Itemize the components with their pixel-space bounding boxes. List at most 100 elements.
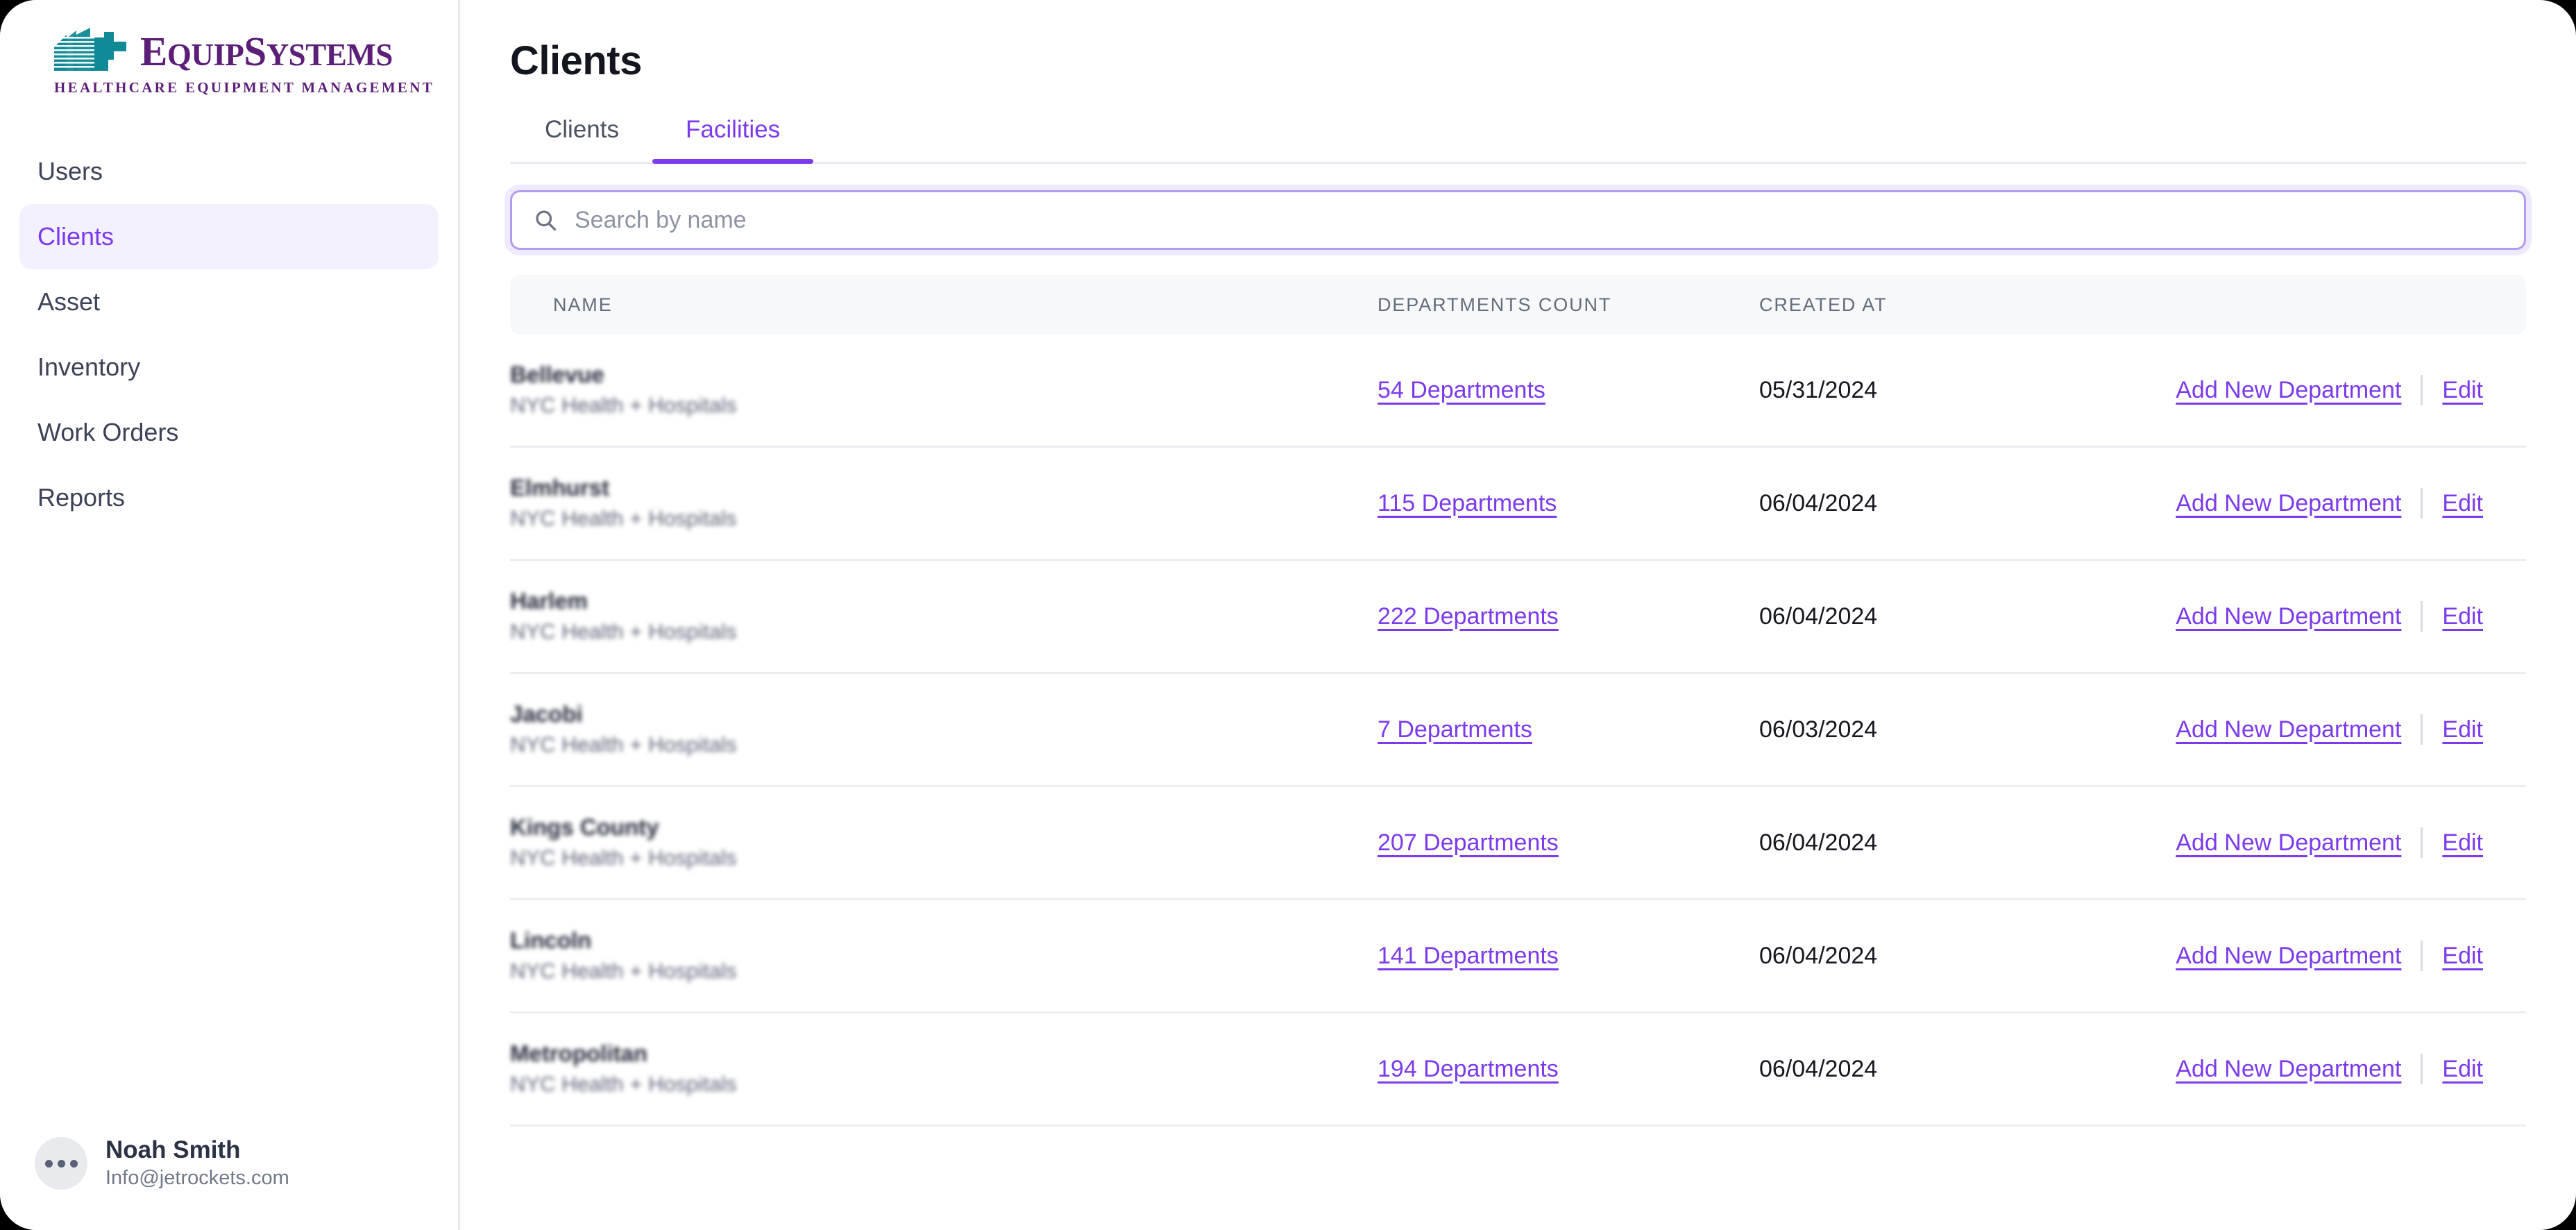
main-content: Clients Clients Facilities NAME DEPARTME… <box>460 0 2576 1230</box>
action-divider <box>2421 488 2423 519</box>
search-bar[interactable] <box>510 190 2526 250</box>
facility-org: NYC Health + Hospitals <box>510 1072 737 1097</box>
cell-name: Elmhurst NYC Health + Hospitals <box>510 446 1378 561</box>
edit-link[interactable]: Edit <box>2442 377 2483 404</box>
column-header-actions <box>2085 275 2526 335</box>
sidebar-item-label: Inventory <box>37 353 141 381</box>
edit-link[interactable]: Edit <box>2442 1056 2483 1083</box>
brand-logo[interactable]: EQUIPSYSTEMS HEALTHCARE EQUIPMENT MANAGE… <box>0 0 458 115</box>
table-header-row: NAME DEPARTMENTS COUNT CREATED AT <box>510 275 2526 335</box>
page-title: Clients <box>510 38 642 83</box>
cell-name: Harlem NYC Health + Hospitals <box>510 559 1378 674</box>
edit-link[interactable]: Edit <box>2442 943 2483 970</box>
sidebar-item-users[interactable]: Users <box>19 139 439 204</box>
add-new-department-link[interactable]: Add New Department <box>2176 716 2401 743</box>
cell-name: Jacobi NYC Health + Hospitals <box>510 673 1378 787</box>
cell-actions: Add New Department Edit <box>2085 786 2526 900</box>
sidebar-item-clients[interactable]: Clients <box>19 204 439 269</box>
cell-created-at: 06/04/2024 <box>1759 786 2085 900</box>
table-row[interactable]: Lincoln NYC Health + Hospitals 141 Depar… <box>510 899 2526 1013</box>
add-new-department-link[interactable]: Add New Department <box>2176 603 2401 630</box>
column-header-name: NAME <box>510 275 1378 335</box>
cell-created-at: 06/03/2024 <box>1759 673 2085 787</box>
stacked-building-logo-icon <box>53 28 126 71</box>
facilities-table: NAME DEPARTMENTS COUNT CREATED AT Bellev… <box>510 275 2526 1127</box>
table-row[interactable]: Elmhurst NYC Health + Hospitals 115 Depa… <box>510 446 2526 561</box>
edit-link[interactable]: Edit <box>2442 603 2483 630</box>
table-row[interactable]: Bellevue NYC Health + Hospitals 54 Depar… <box>510 335 2526 448</box>
tab-clients[interactable]: Clients <box>510 116 652 162</box>
app-window: EQUIPSYSTEMS HEALTHCARE EQUIPMENT MANAGE… <box>0 0 2576 1230</box>
action-divider <box>2421 714 2423 745</box>
cell-created-at: 06/04/2024 <box>1759 899 2085 1013</box>
sidebar: EQUIPSYSTEMS HEALTHCARE EQUIPMENT MANAGE… <box>0 0 460 1230</box>
cell-name: Kings County NYC Health + Hospitals <box>510 786 1378 900</box>
sidebar-item-inventory[interactable]: Inventory <box>19 335 439 400</box>
departments-link[interactable]: 194 Departments <box>1378 1056 1559 1083</box>
edit-link[interactable]: Edit <box>2442 716 2483 743</box>
cell-actions: Add New Department Edit <box>2085 673 2526 787</box>
edit-link[interactable]: Edit <box>2442 829 2483 857</box>
ellipsis-avatar-icon <box>35 1137 87 1190</box>
facility-name: Kings County <box>510 814 659 841</box>
edit-link[interactable]: Edit <box>2442 490 2483 517</box>
column-header-departments-count: DEPARTMENTS COUNT <box>1378 275 1759 335</box>
action-divider <box>2421 941 2423 971</box>
cell-name: Metropolitan NYC Health + Hospitals <box>510 1012 1378 1127</box>
search-input[interactable] <box>573 205 2503 235</box>
cell-created-at: 06/04/2024 <box>1759 559 2085 674</box>
cell-created-at: 05/31/2024 <box>1759 335 2085 448</box>
table-row[interactable]: Metropolitan NYC Health + Hospitals 194 … <box>510 1012 2526 1127</box>
sidebar-item-label: Reports <box>37 483 126 512</box>
add-new-department-link[interactable]: Add New Department <box>2176 943 2401 970</box>
profile-name: Noah Smith <box>105 1136 241 1164</box>
sidebar-nav: Users Clients Asset Inventory Work Order… <box>0 139 458 530</box>
add-new-department-link[interactable]: Add New Department <box>2176 829 2401 857</box>
sidebar-item-label: Work Orders <box>37 418 179 446</box>
table-header: NAME DEPARTMENTS COUNT CREATED AT <box>510 275 2526 335</box>
facility-name: Lincoln <box>510 927 592 954</box>
add-new-department-link[interactable]: Add New Department <box>2176 377 2401 404</box>
cell-departments: 207 Departments <box>1378 786 1759 900</box>
cell-created-at: 06/04/2024 <box>1759 1012 2085 1127</box>
sidebar-item-work-orders[interactable]: Work Orders <box>19 400 439 465</box>
add-new-department-link[interactable]: Add New Department <box>2176 1056 2401 1083</box>
cell-departments: 222 Departments <box>1378 559 1759 674</box>
search-icon <box>533 208 558 233</box>
table-row[interactable]: Jacobi NYC Health + Hospitals 7 Departme… <box>510 673 2526 787</box>
cell-name: Bellevue NYC Health + Hospitals <box>510 335 1378 448</box>
departments-link[interactable]: 115 Departments <box>1378 490 1557 517</box>
departments-link[interactable]: 54 Departments <box>1378 377 1545 404</box>
facility-name: Metropolitan <box>510 1041 647 1067</box>
table-row[interactable]: Harlem NYC Health + Hospitals 222 Depart… <box>510 559 2526 674</box>
sidebar-item-label: Users <box>37 157 103 185</box>
facility-org: NYC Health + Hospitals <box>510 845 737 870</box>
action-divider <box>2421 1054 2423 1084</box>
facility-name: Harlem <box>510 588 588 614</box>
departments-link[interactable]: 141 Departments <box>1378 943 1559 970</box>
add-new-department-link[interactable]: Add New Department <box>2176 490 2401 517</box>
cell-actions: Add New Department Edit <box>2085 335 2526 448</box>
departments-link[interactable]: 207 Departments <box>1378 829 1559 857</box>
cell-actions: Add New Department Edit <box>2085 559 2526 674</box>
facility-org: NYC Health + Hospitals <box>510 732 737 757</box>
departments-link[interactable]: 7 Departments <box>1378 716 1532 743</box>
facility-org: NYC Health + Hospitals <box>510 506 737 531</box>
sidebar-item-label: Asset <box>37 287 101 316</box>
cell-departments: 141 Departments <box>1378 899 1759 1013</box>
tab-facilities[interactable]: Facilities <box>652 116 814 164</box>
departments-link[interactable]: 222 Departments <box>1378 603 1559 630</box>
sidebar-item-reports[interactable]: Reports <box>19 465 439 530</box>
cell-actions: Add New Department Edit <box>2085 1012 2526 1127</box>
cell-created-at: 06/04/2024 <box>1759 446 2085 561</box>
cell-departments: 7 Departments <box>1378 673 1759 787</box>
profile-email: Info@jetrockets.com <box>105 1166 289 1189</box>
sidebar-item-asset[interactable]: Asset <box>19 269 439 335</box>
cell-departments: 54 Departments <box>1378 335 1759 448</box>
cell-departments: 115 Departments <box>1378 446 1759 561</box>
user-profile[interactable]: Noah Smith Info@jetrockets.com <box>0 1137 458 1230</box>
brand-tagline: HEALTHCARE EQUIPMENT MANAGEMENT <box>54 79 435 96</box>
cell-actions: Add New Department Edit <box>2085 899 2526 1013</box>
table-row[interactable]: Kings County NYC Health + Hospitals 207 … <box>510 786 2526 900</box>
facility-org: NYC Health + Hospitals <box>510 619 737 644</box>
